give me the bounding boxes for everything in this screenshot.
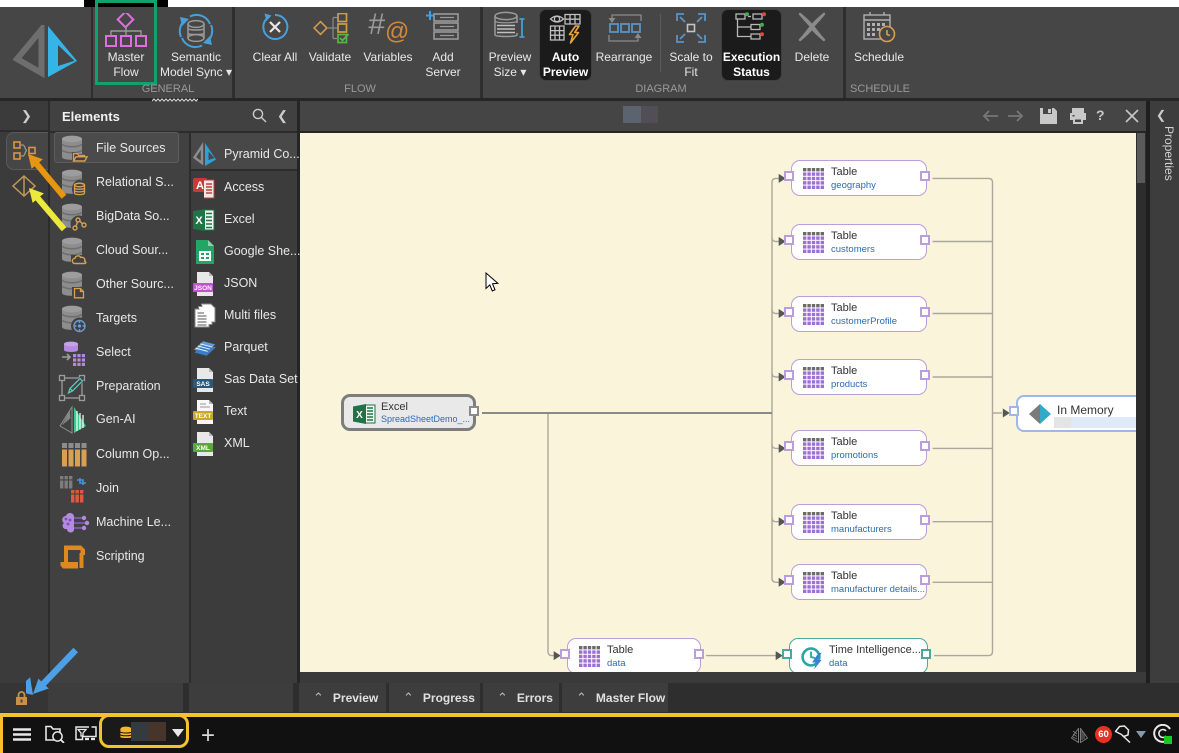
svg-text:XML: XML: [196, 445, 210, 452]
svg-text:X: X: [195, 215, 203, 227]
svg-text:X: X: [356, 410, 363, 421]
svg-text:TEXT: TEXT: [195, 413, 212, 420]
svg-text:SAS: SAS: [196, 381, 210, 388]
svg-text:A: A: [196, 180, 204, 192]
svg-text:JSON: JSON: [194, 285, 212, 292]
